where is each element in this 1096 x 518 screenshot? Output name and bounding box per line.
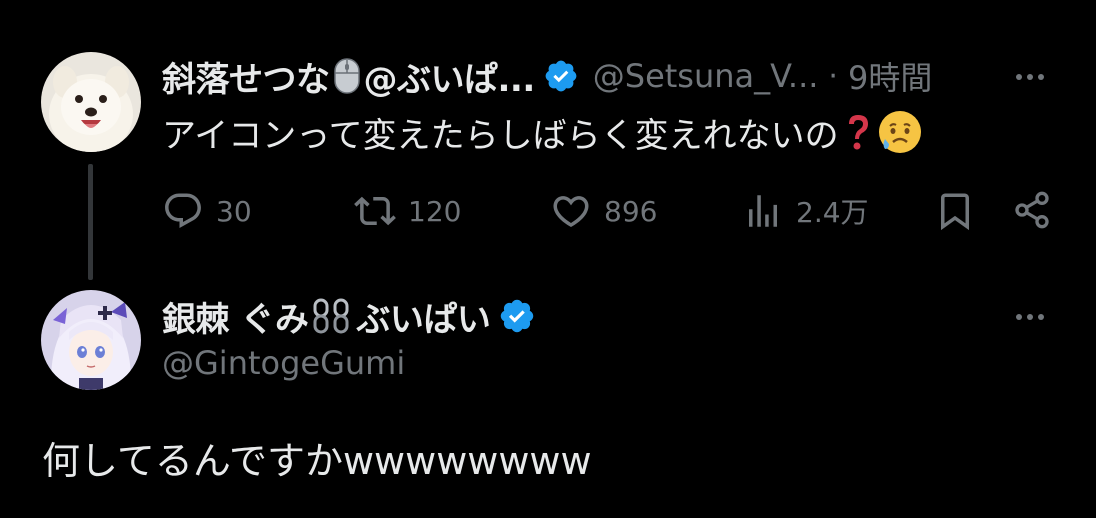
reply-text: 何してるんですかwwwwwwww: [42, 439, 592, 483]
reply-count: 30: [216, 194, 252, 228]
reply-author-avatar[interactable]: [41, 290, 141, 390]
anime-avatar-image: [41, 290, 141, 390]
reply-icon: [165, 193, 201, 228]
share-icon: [1015, 191, 1049, 229]
author-display-name-suffix[interactable]: @ぶいぱ...: [364, 52, 536, 101]
post-header: 斜落せつな @ぶいぱ... @Setsuna_V... · 9時間: [162, 52, 932, 101]
sad-relieved-face-icon: [877, 109, 923, 155]
post-text-container: アイコンって変えたらしばらく変えれないの: [162, 108, 923, 156]
dog-avatar-image: [41, 52, 141, 152]
analytics-icon: [749, 195, 777, 227]
reply-verified-badge-icon[interactable]: [498, 297, 536, 335]
reply-header: 銀棘 ぐみ ぶいぱい: [162, 292, 550, 341]
author-handle[interactable]: @Setsuna_V...: [593, 57, 819, 95]
like-count: 896: [604, 194, 658, 228]
reply-button[interactable]: 30: [162, 190, 252, 232]
view-count: 2.4万: [796, 196, 869, 229]
reply-more-options-icon[interactable]: [1016, 314, 1044, 320]
bookmark-icon: [941, 193, 969, 231]
verified-badge-icon[interactable]: [543, 58, 579, 94]
mouse-icon: [333, 58, 360, 94]
post-timestamp[interactable]: 9時間: [848, 53, 932, 99]
views-button[interactable]: 2.4万: [742, 190, 869, 232]
reply-author-display-name-suffix[interactable]: ぶいぱい: [356, 292, 491, 341]
chain-icon: [312, 296, 352, 336]
post-action-bar: 30 120 896 2.4万: [162, 190, 1057, 234]
thread-connector-line: [88, 164, 93, 280]
like-button[interactable]: 896: [550, 190, 657, 232]
post-text: アイコンって変えたらしばらく変えれないの: [162, 115, 839, 156]
question-mark-icon: [843, 112, 873, 152]
header-separator: ·: [828, 58, 838, 94]
share-button[interactable]: [1012, 190, 1052, 230]
author-display-name[interactable]: 斜落せつな: [162, 52, 330, 101]
author-avatar[interactable]: [41, 52, 141, 152]
more-options-icon[interactable]: [1016, 74, 1044, 80]
heart-icon: [553, 196, 589, 228]
tweet-thread: 斜落せつな @ぶいぱ... @Setsuna_V... · 9時間 アイコンって…: [0, 0, 1096, 518]
repost-button[interactable]: 120: [354, 190, 461, 232]
repost-count: 120: [408, 194, 462, 228]
reply-author-display-name[interactable]: 銀棘 ぐみ: [162, 292, 309, 341]
repost-icon: [354, 196, 396, 226]
bookmark-button[interactable]: [934, 190, 976, 232]
reply-author-handle[interactable]: @GintogeGumi: [162, 344, 405, 382]
